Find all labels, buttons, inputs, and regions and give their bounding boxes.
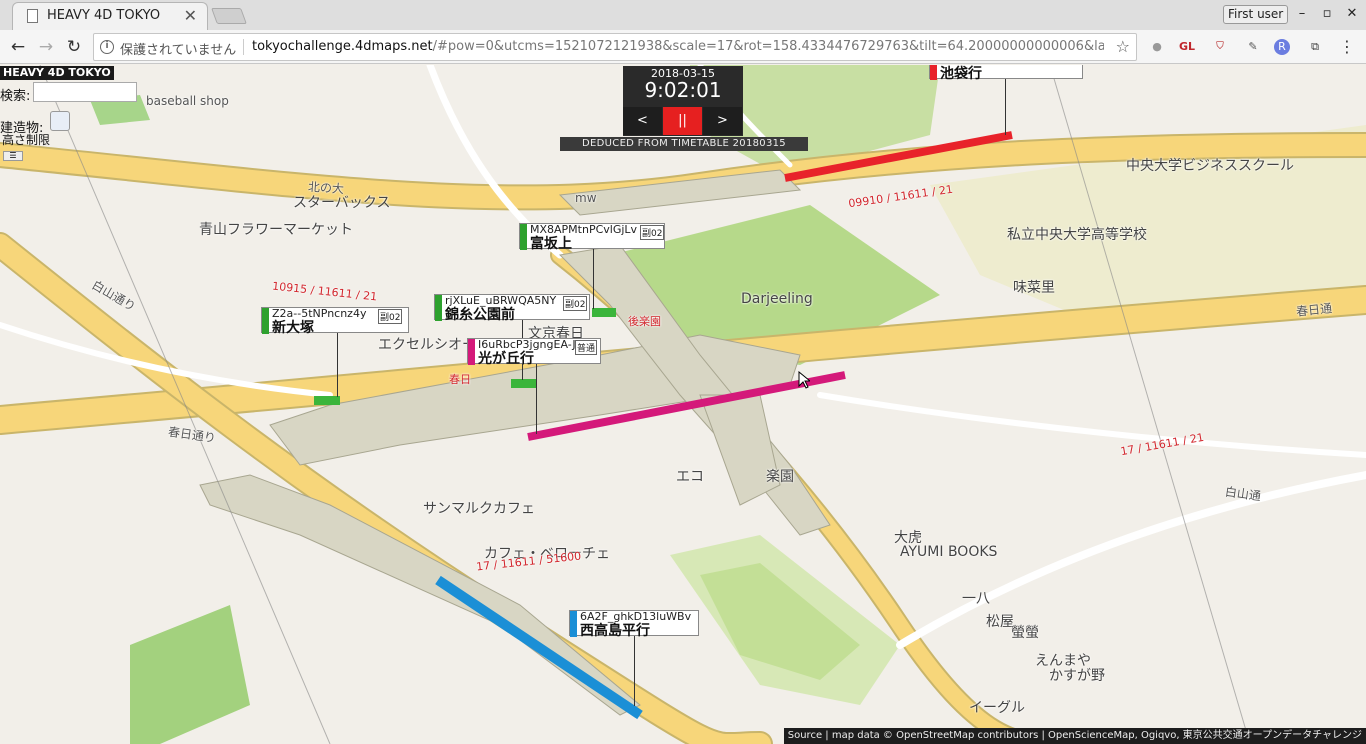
- place-label: Darjeeling: [741, 291, 813, 307]
- search-label: 検索:: [0, 89, 31, 104]
- address-bar[interactable]: i 保護されていません tokyochallenge.4dmaps.net/#p…: [93, 33, 1137, 61]
- browser-tab[interactable]: HEAVY 4D TOKYO ✕: [12, 2, 208, 30]
- minimize-icon[interactable]: –: [1291, 3, 1313, 25]
- tab-strip: HEAVY 4D TOKYO ✕ First user – ▫ ✕: [0, 0, 1366, 30]
- next-button[interactable]: >: [703, 107, 742, 135]
- place-label: サンマルクカフェ: [423, 501, 535, 517]
- train-label[interactable]: I6uRbcP3jgngEA-J 普通 光が丘行: [467, 338, 601, 367]
- tab-title: HEAVY 4D TOKYO: [47, 8, 161, 23]
- pause-button[interactable]: ||: [663, 107, 702, 135]
- place-label: mw: [575, 191, 597, 205]
- close-window-icon[interactable]: ✕: [1341, 3, 1363, 25]
- place-label: 松屋: [986, 614, 1014, 630]
- forward-arrow-icon[interactable]: →: [35, 36, 57, 58]
- menu-icon[interactable]: ☰: [3, 151, 23, 161]
- place-label: エクセルシオー: [378, 337, 476, 353]
- height-limit-label[interactable]: 高さ制限: [2, 131, 50, 148]
- security-status: 保護されていません: [120, 43, 237, 58]
- mouse-cursor-icon: [798, 371, 810, 389]
- time-control: 2018-03-15 9:02:01 < || >: [623, 66, 743, 136]
- place-label: 私立中央大学高等学校: [1007, 227, 1147, 243]
- cast-icon[interactable]: ⧉: [1306, 38, 1324, 56]
- extension-circle-icon[interactable]: ●: [1148, 38, 1166, 56]
- profile-button[interactable]: First user: [1223, 5, 1289, 24]
- place-label: エコ: [676, 469, 704, 485]
- place-label: 螢螢: [1011, 625, 1039, 641]
- ublock-icon[interactable]: ⛉: [1211, 38, 1229, 56]
- place-label: 楽園: [766, 469, 794, 485]
- time-display: 9:02:01: [644, 78, 722, 102]
- page-icon: [27, 9, 38, 23]
- reload-icon[interactable]: ↻: [63, 36, 85, 58]
- menu-dots-icon[interactable]: ⋮: [1338, 38, 1356, 56]
- r-extension-icon[interactable]: R: [1274, 39, 1290, 55]
- place-label: AYUMI BOOKS: [900, 544, 998, 560]
- prev-button[interactable]: <: [623, 107, 662, 135]
- place-label: 味菜里: [1013, 280, 1055, 296]
- place-label: baseball shop: [146, 94, 229, 108]
- train-label[interactable]: MX8APMtnPCvlGjLv 副02 富坂上: [519, 223, 665, 252]
- bookmark-star-icon[interactable]: ☆: [1116, 37, 1130, 56]
- train-label[interactable]: 池袋行: [929, 65, 1083, 82]
- maximize-icon[interactable]: ▫: [1316, 3, 1338, 25]
- url-text[interactable]: tokyochallenge.4dmaps.net/#pow=0&utcms=1…: [252, 39, 1104, 54]
- close-tab-icon[interactable]: ✕: [184, 6, 197, 25]
- place-label: 青山フラワーマーケット: [199, 222, 353, 238]
- gl-extension-icon[interactable]: GL: [1178, 38, 1196, 56]
- app-title: HEAVY 4D TOKYO: [0, 66, 114, 80]
- place-label: かすが野: [1049, 668, 1105, 684]
- place-label: 後楽園: [628, 315, 661, 328]
- building-toggle[interactable]: [50, 111, 70, 131]
- place-label: 中央大学ビジネススクール: [1126, 158, 1294, 174]
- place-label: 春日: [449, 373, 471, 386]
- eyedropper-icon[interactable]: ✎: [1244, 38, 1262, 56]
- timetable-source: DEDUCED FROM TIMETABLE 20180315: [560, 137, 808, 151]
- place-label: イーグル: [969, 700, 1025, 716]
- info-icon[interactable]: i: [100, 40, 114, 54]
- train-label[interactable]: rjXLuE_uBRWQA5NY 副02 錦糸公園前: [434, 294, 590, 323]
- map-canvas[interactable]: baseball shop スターバックス 青山フラワーマーケット エクセルシオ…: [0, 65, 1366, 744]
- train-label[interactable]: Z2a--5tNPncnz4y 副02 新大塚: [261, 307, 409, 336]
- browser-toolbar: ← → ↻ i 保護されていません tokyochallenge.4dmaps.…: [0, 30, 1366, 64]
- new-tab-button[interactable]: [211, 8, 247, 24]
- map-attribution[interactable]: Source | map data © OpenStreetMap contri…: [783, 728, 1366, 744]
- train-label[interactable]: 6A2F_ghkD13luWBv 西高島平行: [569, 610, 699, 639]
- search-input[interactable]: [33, 82, 137, 102]
- place-label: 一八: [962, 591, 990, 607]
- back-arrow-icon[interactable]: ←: [7, 36, 29, 58]
- road-label: 北の大: [307, 179, 345, 197]
